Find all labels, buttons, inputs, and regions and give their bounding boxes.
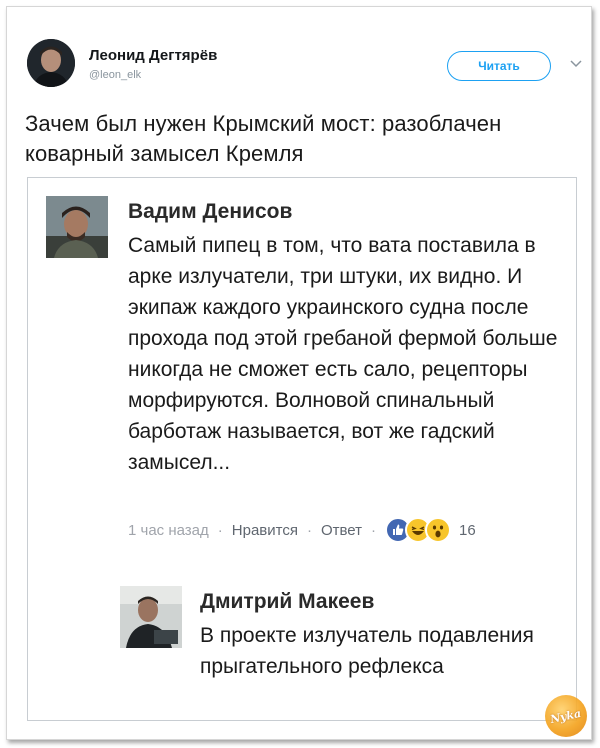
watermark-label: Nyka (549, 706, 583, 726)
reactions-summary[interactable]: 16 (385, 517, 476, 543)
comment-meta-row: 1 час назад · Нравится · Ответ · 16 (128, 517, 568, 543)
comment-text: Самый пипец в том, что вата поставила в … (128, 234, 558, 474)
screenshot-frame: Леонид Дегтярёв @leon_elk Читать Зачем б… (6, 6, 592, 740)
reply-link[interactable]: Ответ (321, 522, 362, 539)
reaction-count: 16 (459, 521, 476, 539)
reply-text: В проекте излучатель подавления прыгател… (200, 624, 534, 678)
embedded-comment-screenshot: Вадим Денисов Самый пипец в том, что ват… (27, 177, 577, 721)
wow-icon (425, 517, 452, 543)
chevron-down-icon[interactable] (569, 57, 583, 71)
like-link[interactable]: Нравится (232, 522, 298, 539)
tweet-text: Зачем был нужен Крымский мост: разоблаче… (25, 111, 502, 166)
comment-author-name[interactable]: Вадим Денисов (128, 200, 292, 224)
separator-dot: · (306, 521, 312, 539)
comment-timestamp[interactable]: 1 час назад (128, 522, 209, 539)
author-handle[interactable]: @leon_elk (89, 69, 141, 81)
commenter-avatar (46, 196, 108, 258)
separator-dot: · (217, 521, 223, 539)
follow-button[interactable]: Читать (447, 51, 551, 81)
author-name[interactable]: Леонид Дегтярёв (89, 47, 217, 64)
reply-author-avatar (120, 586, 182, 648)
reply-author-name[interactable]: Дмитрий Макеев (200, 590, 374, 614)
author-avatar[interactable] (27, 39, 75, 87)
site-watermark-logo: Nyka (545, 695, 587, 737)
separator-dot: · (371, 521, 377, 539)
